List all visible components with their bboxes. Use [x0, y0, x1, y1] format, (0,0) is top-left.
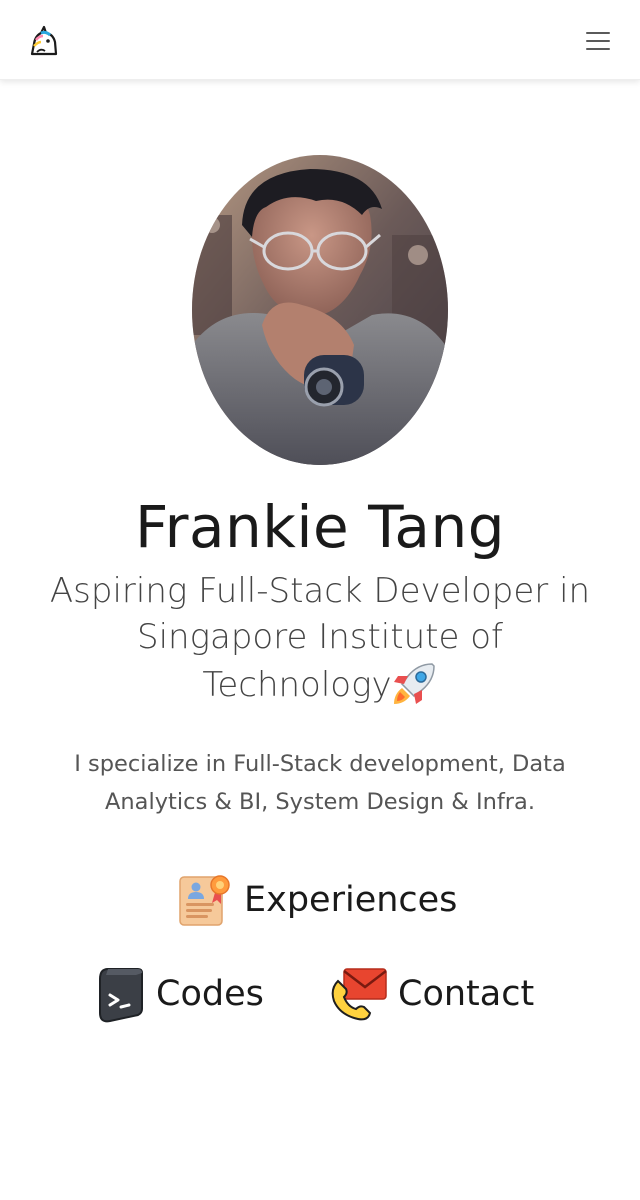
codes-label: Codes [156, 974, 264, 1014]
resume-certificate-icon [179, 875, 230, 926]
profile-avatar [192, 155, 448, 465]
brand-logo-link[interactable] [26, 24, 60, 58]
hamburger-menu-icon[interactable] [578, 24, 618, 58]
codes-link[interactable]: Codes [96, 964, 264, 1024]
rocket-icon [393, 663, 435, 704]
tagline-text: Aspiring Full-Stack Developer in Singapo… [49, 571, 591, 705]
profile-summary: I specialize in Full-Stack development, … [74, 751, 566, 815]
experiences-link[interactable]: Experiences [176, 870, 457, 930]
contact-label: Contact [398, 974, 535, 1014]
profile-name: Frankie Tang [134, 493, 506, 561]
terminal-icon [99, 968, 143, 1023]
profile-tagline: Aspiring Full-Stack Developer in Singapo… [40, 568, 600, 708]
contact-link[interactable]: Contact [328, 964, 534, 1024]
experiences-label: Experiences [244, 880, 458, 920]
unicorn-icon [30, 25, 58, 56]
phone-envelope-icon [331, 968, 387, 1021]
navbar [0, 0, 640, 80]
